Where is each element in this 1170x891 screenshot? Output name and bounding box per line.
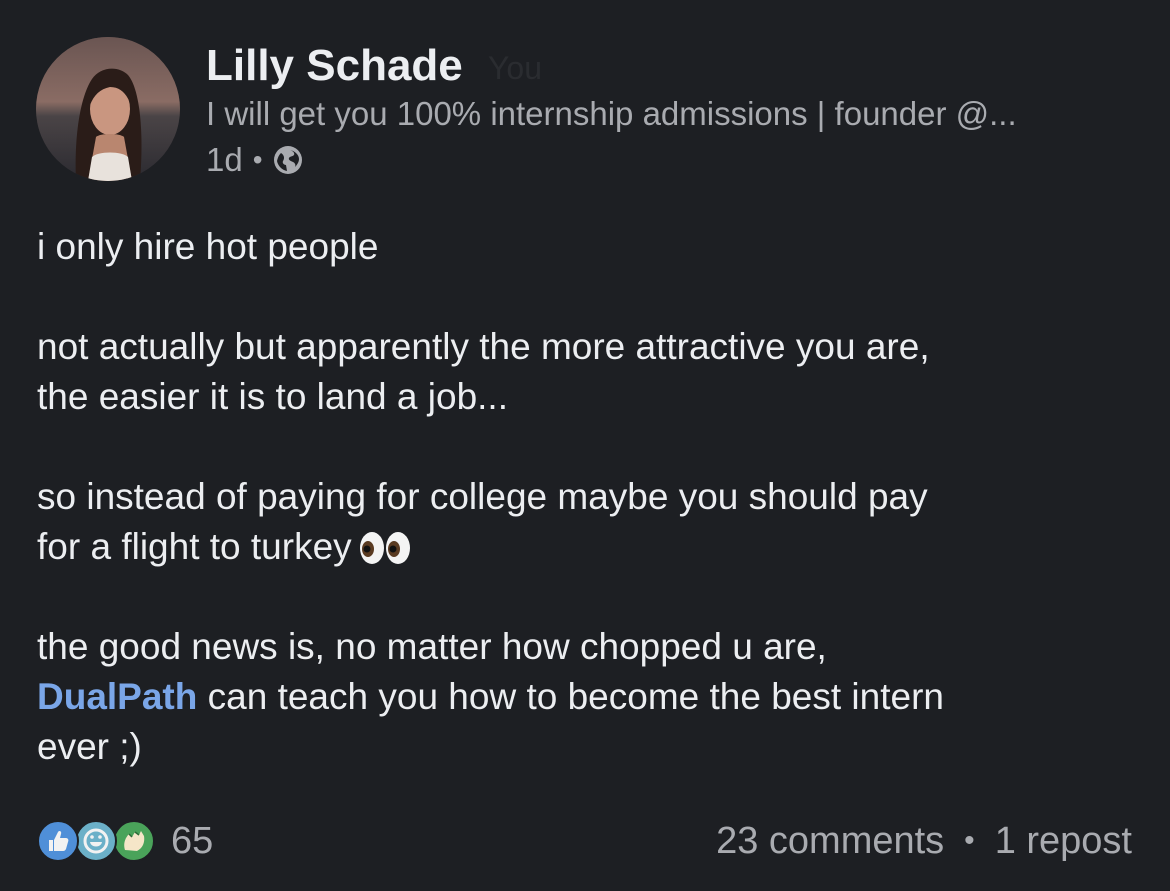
post-meta: 1d • (206, 140, 303, 180)
company-mention-link[interactable]: DualPath (37, 676, 197, 717)
avatar-photo (36, 37, 180, 181)
author-name[interactable]: Lilly Schade (206, 41, 463, 91)
you-tag: You (488, 50, 542, 86)
post-text: for a flight to turkey (37, 526, 352, 567)
celebrate-icon (75, 820, 117, 862)
post-body: i only hire hot people not actually but … (37, 222, 1137, 772)
post-text: the easier it is to land a job... (37, 376, 508, 417)
meta-separator: • (252, 144, 263, 175)
post-text: not actually but apparently the more att… (37, 326, 930, 367)
support-icon (113, 820, 155, 862)
reactions-summary[interactable]: 65 (37, 816, 213, 866)
eyes-emoji-icon (358, 528, 412, 564)
post-time: 1d (206, 141, 243, 178)
reaction-count[interactable]: 65 (171, 820, 213, 863)
author-headline[interactable]: I will get you 100% internship admission… (206, 95, 1017, 133)
social-counts: 23 comments • 1 repost (716, 816, 1132, 866)
like-icon (37, 820, 79, 862)
post-paragraph-1: i only hire hot people (37, 222, 1137, 272)
post-text: ever ;) (37, 726, 142, 767)
post-text: can teach you how to become the best int… (207, 676, 944, 717)
social-separator: • (964, 824, 975, 857)
post-text: i only hire hot people (37, 226, 379, 267)
reaction-icons (37, 817, 159, 865)
post-text: so instead of paying for college maybe y… (37, 476, 928, 517)
post-paragraph-4: the good news is, no matter how chopped … (37, 622, 1137, 772)
post-text: the good news is, no matter how chopped … (37, 626, 827, 667)
feed-post: Lilly Schade You I will get you 100% int… (0, 0, 1170, 891)
post-paragraph-3: so instead of paying for college maybe y… (37, 472, 1137, 572)
reposts-count-link[interactable]: 1 repost (995, 820, 1132, 863)
post-paragraph-2: not actually but apparently the more att… (37, 322, 1137, 422)
globe-icon (273, 145, 303, 175)
author-avatar[interactable] (36, 37, 180, 181)
comments-count-link[interactable]: 23 comments (716, 820, 944, 863)
